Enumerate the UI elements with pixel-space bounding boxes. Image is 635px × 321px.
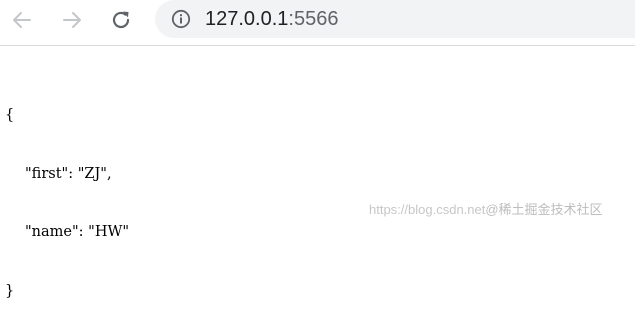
json-viewer: { "first": "ZJ", "name": "HW" } (5, 67, 129, 321)
reload-button[interactable] (105, 4, 137, 36)
url-port: :5566 (288, 8, 339, 30)
address-bar[interactable]: 127.0.0.1:5566 (155, 0, 635, 38)
arrow-left-icon (13, 12, 31, 28)
json-value-first: "ZJ" (77, 165, 107, 182)
browser-toolbar: 127.0.0.1:5566 (0, 0, 635, 40)
url-host: 127.0.0.1 (205, 8, 289, 30)
watermark: https://blog.csdn.net@稀土掘金技术社区 (369, 199, 603, 218)
json-comma: , (106, 165, 112, 182)
json-separator: : (78, 224, 89, 240)
json-value-name: "HW" (88, 224, 130, 240)
watermark-url: https://blog.csdn.net (369, 202, 486, 217)
watermark-brand: @稀土掘金技术社区 (485, 202, 603, 217)
json-separator: : (68, 165, 78, 182)
json-open-brace: { (5, 107, 15, 123)
arrow-right-icon (63, 12, 81, 28)
reload-icon (112, 11, 130, 29)
forward-button[interactable] (56, 4, 88, 36)
toolbar-divider (0, 45, 635, 46)
json-close-brace: } (5, 282, 15, 299)
json-line-first: "first": "ZJ", (5, 165, 129, 185)
json-key-name: "name" (25, 224, 79, 240)
info-circle-icon[interactable] (171, 9, 191, 29)
url-text[interactable]: 127.0.0.1:5566 (205, 7, 338, 31)
back-button[interactable] (6, 4, 38, 36)
json-key-first: "first" (25, 165, 69, 182)
